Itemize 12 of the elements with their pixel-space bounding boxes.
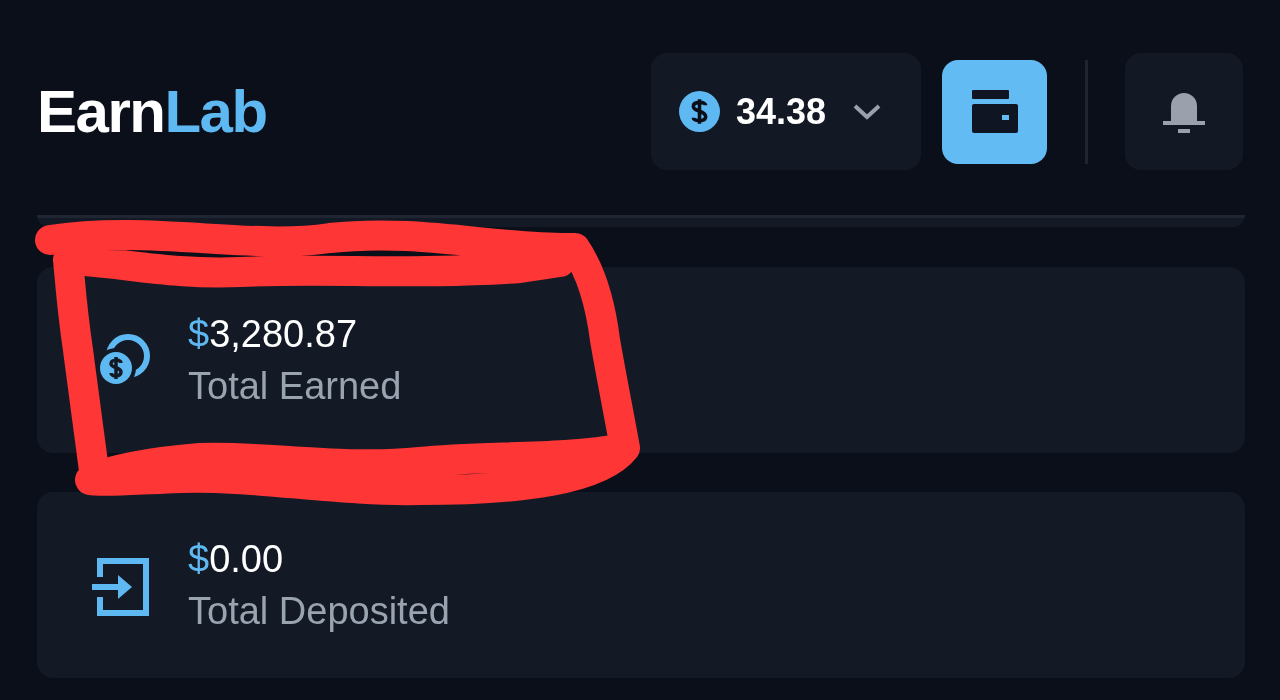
stat-amount: $0.00 <box>188 537 285 582</box>
dollar-coin-icon <box>679 91 720 132</box>
wallet-icon <box>970 89 1019 134</box>
notifications-button[interactable] <box>1125 53 1243 170</box>
wallet-button[interactable] <box>942 59 1047 164</box>
stat-label: Total Earned <box>188 364 402 409</box>
logo: EarnLab <box>37 81 267 142</box>
balance-dropdown[interactable]: 34.38 <box>651 53 921 170</box>
stat-amount: $3,280.87 <box>188 312 359 357</box>
chevron-down-icon <box>852 102 883 121</box>
stat-label: Total Deposited <box>188 589 450 634</box>
sign-in-icon <box>92 557 150 617</box>
